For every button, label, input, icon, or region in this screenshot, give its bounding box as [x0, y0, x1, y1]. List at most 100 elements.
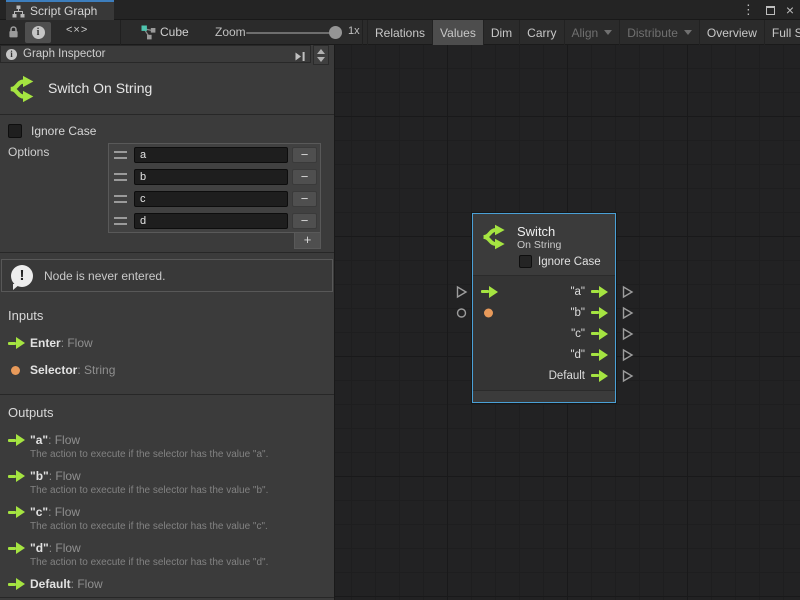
flow-connector-icon[interactable]: [622, 285, 634, 298]
close-icon[interactable]: ×: [786, 0, 794, 20]
port-row: Default : Flow: [8, 577, 326, 591]
node-title: Switch: [517, 224, 561, 239]
flow-connector-icon[interactable]: [622, 327, 634, 340]
ignore-case-label: Ignore Case: [31, 124, 96, 138]
remove-option-button[interactable]: −: [292, 191, 317, 207]
remove-option-button[interactable]: −: [292, 169, 317, 185]
toolbar-button-full-screen[interactable]: Full Screen: [764, 20, 800, 45]
code-preview-icon[interactable]: <×>: [66, 24, 88, 36]
zoom-slider-track[interactable]: [246, 32, 342, 34]
value-input-icon[interactable]: [484, 308, 493, 317]
flow-output-icon[interactable]: [591, 370, 608, 382]
inputs-section: Inputs Enter : FlowSelector : String: [0, 298, 334, 394]
port-type: : Flow: [61, 336, 93, 350]
port-type: : Flow: [71, 577, 103, 591]
window-menu-icon[interactable]: ⋮: [742, 0, 755, 20]
zoom-label: Zoom: [215, 25, 246, 39]
graph-canvas[interactable]: Switch On String Ignore Case "a""b""c""d…: [335, 45, 800, 600]
toolbar-button-values[interactable]: Values: [432, 20, 483, 45]
flow-connector-icon[interactable]: [622, 369, 634, 382]
remove-option-button[interactable]: −: [292, 147, 317, 163]
tab-label: Script Graph: [30, 4, 97, 18]
port-type: : Flow: [49, 541, 81, 555]
graph-inspector-header[interactable]: i Graph Inspector: [0, 45, 311, 63]
port-name: "a": [30, 433, 48, 447]
flow-port-icon: [8, 542, 25, 554]
port-row: "c" : Flow: [8, 505, 326, 519]
toolbar-buttons: RelationsValuesDimCarryAlignDistributeOv…: [367, 20, 800, 45]
flow-output-icon[interactable]: [591, 307, 608, 319]
port-name: "c": [30, 505, 48, 519]
switch-on-string-node[interactable]: Switch On String Ignore Case "a""b""c""d…: [472, 213, 616, 403]
toolbar-button-dim[interactable]: Dim: [483, 20, 519, 45]
options-row: −: [109, 210, 320, 232]
port-name: Default: [30, 577, 71, 591]
flow-input-icon[interactable]: [481, 286, 498, 298]
drag-handle-icon[interactable]: [114, 217, 127, 225]
flow-output-icon[interactable]: [591, 328, 608, 340]
outputs-section: Outputs "a" : FlowThe action to execute …: [0, 395, 334, 597]
drag-handle-icon[interactable]: [114, 151, 127, 159]
script-graph-icon: [12, 5, 25, 18]
add-option-button[interactable]: +: [294, 233, 321, 249]
graph-pointer-label[interactable]: Cube: [160, 25, 189, 39]
toolbar-button-align[interactable]: Align: [564, 20, 620, 45]
port-label: "c": [571, 328, 585, 340]
port-row: Selector : String: [8, 363, 326, 377]
value-connector-icon[interactable]: [456, 307, 467, 318]
node-header: Switch On String Ignore Case: [473, 214, 615, 275]
flow-port-icon: [8, 506, 25, 518]
option-input[interactable]: [134, 191, 288, 207]
port-type: : Flow: [48, 505, 80, 519]
flow-output-icon[interactable]: [591, 349, 608, 361]
port-type: : Flow: [48, 433, 80, 447]
maximize-icon[interactable]: [766, 6, 775, 15]
toolbar-button-overview[interactable]: Overview: [699, 20, 764, 45]
dropdown-caret-icon: [684, 30, 692, 35]
scroll-up-icon[interactable]: [317, 49, 325, 54]
options-field: Options −−−− +: [8, 143, 326, 249]
options-row: −: [109, 144, 320, 166]
zoom-slider-handle[interactable]: [329, 26, 342, 39]
switch-node-icon: [8, 74, 38, 104]
option-input[interactable]: [134, 213, 288, 229]
graph-pointer-icon: [141, 25, 156, 45]
flow-port-icon: [8, 337, 25, 349]
tab-bar: Script Graph ⋮ ×: [0, 0, 800, 20]
toolbar-button-relations[interactable]: Relations: [367, 20, 432, 45]
port-name: Enter: [30, 336, 61, 350]
section-divider: [0, 597, 334, 598]
node-settings-section: Ignore Case Options −−−− +: [0, 115, 334, 252]
flow-connector-icon[interactable]: [622, 306, 634, 319]
scroll-down-icon[interactable]: [317, 57, 325, 62]
node-title-row: Switch On String: [0, 63, 334, 114]
flow-connector-icon[interactable]: [456, 285, 468, 298]
flow-output-icon[interactable]: [591, 286, 608, 298]
section-divider: [0, 252, 334, 253]
node-port-row: Default: [473, 365, 615, 386]
option-input[interactable]: [134, 147, 288, 163]
flow-connector-icon[interactable]: [622, 348, 634, 361]
inspector-toggle-button[interactable]: i: [25, 22, 51, 43]
toolbar-button-distribute[interactable]: Distribute: [619, 20, 699, 45]
zoom-value: 1x: [348, 25, 360, 37]
tab-script-graph[interactable]: Script Graph: [6, 0, 114, 20]
node-header-top: Switch On String: [481, 223, 609, 252]
option-input[interactable]: [134, 169, 288, 185]
ignore-case-checkbox[interactable]: [8, 124, 22, 138]
flow-port-icon: [8, 470, 25, 482]
outputs-heading: Outputs: [8, 405, 326, 420]
remove-option-button[interactable]: −: [292, 213, 317, 229]
panel-scroll-spinner: [313, 45, 329, 65]
toolbar-button-carry[interactable]: Carry: [519, 20, 563, 45]
node-port-row: "c": [473, 323, 615, 344]
lock-icon[interactable]: [7, 25, 20, 44]
ignore-case-checkbox[interactable]: [519, 255, 532, 268]
drag-handle-icon[interactable]: [114, 173, 127, 181]
port-label: "d": [570, 349, 585, 361]
node-footer: [473, 390, 615, 402]
drag-handle-icon[interactable]: [114, 195, 127, 203]
graph-inspector-title: Graph Inspector: [23, 48, 105, 60]
options-row: −: [109, 166, 320, 188]
warning-icon: !: [11, 265, 33, 287]
